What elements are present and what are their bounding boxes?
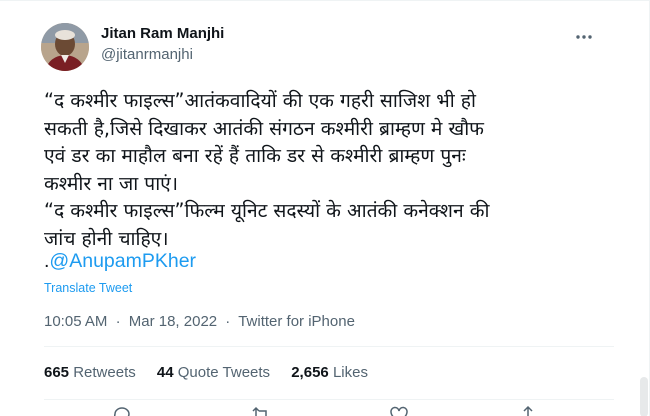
like-button[interactable] bbox=[389, 405, 409, 416]
like-icon bbox=[390, 406, 408, 416]
quote-tweets-stat[interactable]: 44 Quote Tweets bbox=[157, 364, 270, 381]
retweet-icon bbox=[252, 406, 267, 416]
more-options-button[interactable] bbox=[568, 25, 600, 49]
more-horizontal-icon bbox=[576, 35, 592, 39]
scrollbar[interactable] bbox=[639, 1, 649, 416]
tweet-text-line: जांच होनी चाहिए। bbox=[44, 226, 169, 250]
tweet-time[interactable]: 10:05 AM bbox=[44, 313, 107, 330]
tweet-text-line: कश्मीर ना जा पाएं। bbox=[44, 171, 179, 195]
translate-tweet-link[interactable]: Translate Tweet bbox=[44, 281, 132, 295]
likes-count: 2,656 bbox=[291, 364, 329, 381]
divider bbox=[44, 346, 614, 347]
likes-label: Likes bbox=[332, 364, 368, 381]
reply-icon bbox=[114, 407, 130, 416]
tweet-card: Jitan Ram Manjhi @jitanrmanjhi “द कश्मीर… bbox=[0, 0, 650, 416]
mention-line: .@AnupamPKher bbox=[44, 250, 196, 273]
avatar[interactable] bbox=[41, 23, 89, 71]
author-handle[interactable]: @jitanrmanjhi bbox=[101, 46, 193, 63]
tweet-text-line: एवं डर का माहौल बना रहें हैं ताकि डर से … bbox=[44, 144, 466, 167]
avatar-image bbox=[41, 23, 89, 71]
tweet-text-line: “द कश्मीर फाइल्स”फिल्म यूनिट सदस्यों के … bbox=[44, 199, 490, 222]
scrollbar-thumb[interactable] bbox=[640, 377, 648, 416]
share-icon bbox=[523, 405, 533, 416]
tweet-actions bbox=[44, 401, 614, 416]
tweet-text: “द कश्मीर फाइल्स”आतंकवादियों की एक गहरी … bbox=[44, 87, 604, 252]
tweet-metadata: 10:05 AM · Mar 18, 2022 · Twitter for iP… bbox=[44, 313, 355, 330]
quote-tweets-count: 44 bbox=[156, 364, 174, 381]
tweet-text-line: सकती है,जिसे दिखाकर आतंकी संगठन कश्मीरी … bbox=[44, 116, 484, 140]
tweet-source[interactable]: Twitter for iPhone bbox=[238, 313, 355, 330]
meta-separator: · bbox=[115, 313, 121, 330]
retweet-button[interactable] bbox=[251, 405, 271, 416]
author-name[interactable]: Jitan Ram Manjhi bbox=[101, 25, 224, 42]
share-button[interactable] bbox=[518, 405, 538, 416]
likes-stat[interactable]: 2,656 Likes bbox=[291, 364, 368, 381]
reply-button[interactable] bbox=[112, 405, 132, 416]
retweets-count: 665 bbox=[44, 364, 70, 381]
tweet-date[interactable]: Mar 18, 2022 bbox=[129, 313, 217, 330]
tweet-stats: 665 Retweets 44 Quote Tweets 2,656 Likes bbox=[44, 364, 385, 381]
mention-link[interactable]: @AnupamPKher bbox=[49, 250, 196, 272]
retweets-stat[interactable]: 665 Retweets bbox=[44, 364, 136, 381]
divider bbox=[44, 399, 614, 400]
tweet-text-line: “द कश्मीर फाइल्स”आतंकवादियों की एक गहरी … bbox=[44, 89, 476, 112]
meta-separator: · bbox=[225, 313, 231, 330]
quote-tweets-label: Quote Tweets bbox=[177, 364, 271, 381]
retweets-label: Retweets bbox=[73, 364, 136, 381]
